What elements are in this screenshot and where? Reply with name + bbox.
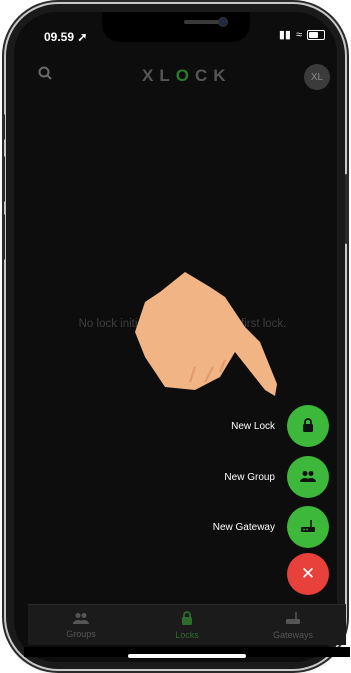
notch	[102, 12, 250, 42]
logo-accent: O	[175, 66, 195, 85]
search-icon[interactable]	[38, 66, 58, 86]
app-logo: XLOCK	[142, 66, 232, 85]
fab-new-lock-row[interactable]: New Lock	[231, 405, 329, 447]
avatar[interactable]: XL	[304, 64, 330, 90]
speaker	[184, 20, 220, 24]
group-icon	[300, 469, 316, 485]
router-icon	[285, 611, 301, 628]
tab-gateways[interactable]: Gateways	[240, 605, 346, 645]
home-indicator[interactable]	[128, 654, 246, 658]
battery-icon	[307, 29, 325, 40]
new-gateway-button[interactable]	[287, 506, 329, 548]
fab-new-group-label: New Group	[224, 471, 275, 483]
signal-icon: ▮▮	[278, 29, 291, 41]
group-icon	[73, 612, 89, 627]
new-group-button[interactable]	[287, 456, 329, 498]
tab-gateways-label: Gateways	[272, 629, 314, 640]
pointing-hand	[135, 272, 277, 396]
close-icon: ✕	[300, 564, 316, 583]
silent-switch	[2, 114, 5, 140]
tab-locks-label: Locks	[175, 629, 199, 640]
volume-up-button	[2, 156, 5, 202]
fab-new-lock-label: New Lock	[231, 420, 275, 432]
fab-new-gateway-label: New Gateway	[212, 521, 275, 533]
tab-groups-label: Groups	[66, 628, 96, 639]
wifi-icon: ≈	[295, 28, 302, 41]
fab-new-gateway-row[interactable]: New Gateway	[213, 506, 329, 548]
fab-new-group-row[interactable]: New Group	[224, 456, 329, 498]
status-icons: ▮▮ ≈	[279, 28, 325, 41]
camera	[218, 17, 228, 27]
lock-icon	[302, 417, 314, 435]
close-menu-button[interactable]: ✕	[287, 553, 329, 595]
router-icon	[300, 519, 316, 536]
power-button	[345, 174, 348, 244]
new-lock-button[interactable]	[287, 405, 329, 447]
location-arrow-icon: ➚	[77, 30, 88, 44]
tab-locks[interactable]: Locks	[134, 605, 240, 645]
status-time: 09.59 ➚	[44, 30, 88, 44]
lock-icon	[181, 610, 193, 628]
tab-groups[interactable]: Groups	[28, 605, 134, 645]
fab-close-row[interactable]: ✕	[287, 553, 329, 595]
volume-down-button	[2, 214, 5, 260]
tab-bar: Groups Locks Gateways	[28, 604, 346, 645]
